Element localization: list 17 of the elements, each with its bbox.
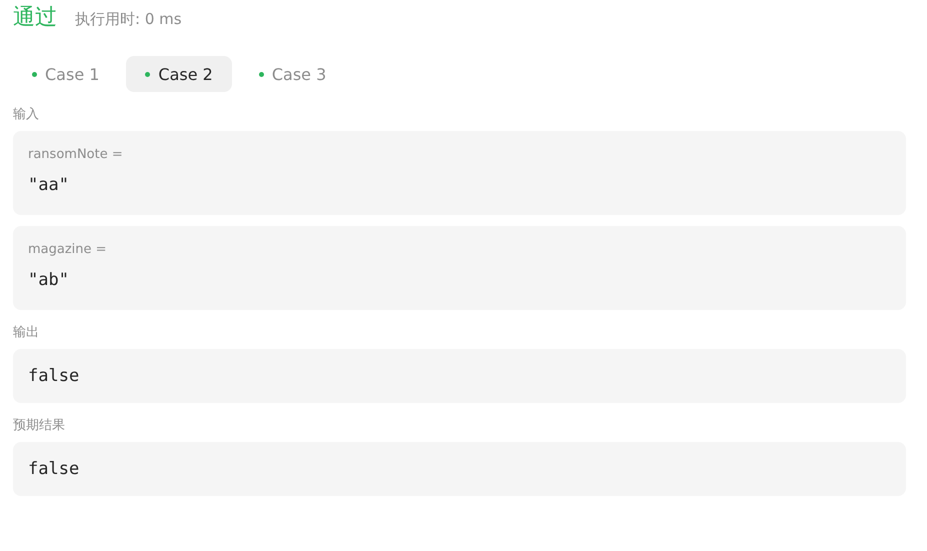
status-dot-icon: [258, 72, 264, 76]
param-name: ransomNote =: [28, 147, 124, 164]
param-value: "aa": [28, 175, 70, 195]
output-value: false: [28, 366, 80, 386]
case-tab[interactable]: Case 3: [240, 56, 346, 92]
status-dot-icon: [32, 72, 37, 76]
expected-value: false: [28, 459, 80, 479]
result-status: 通过: [13, 4, 57, 32]
status-dot-icon: [145, 72, 150, 76]
runtime-text: 执行用时: 0 ms: [75, 10, 182, 29]
case-tab[interactable]: Case 1: [13, 56, 118, 92]
case-tab[interactable]: Case 2: [126, 56, 232, 92]
param-name: magazine =: [28, 242, 108, 259]
param-value: "ab": [28, 270, 70, 290]
section-label: 预期结果: [13, 417, 66, 435]
section-label: 输出: [13, 324, 40, 342]
section-label: 输入: [13, 106, 40, 124]
